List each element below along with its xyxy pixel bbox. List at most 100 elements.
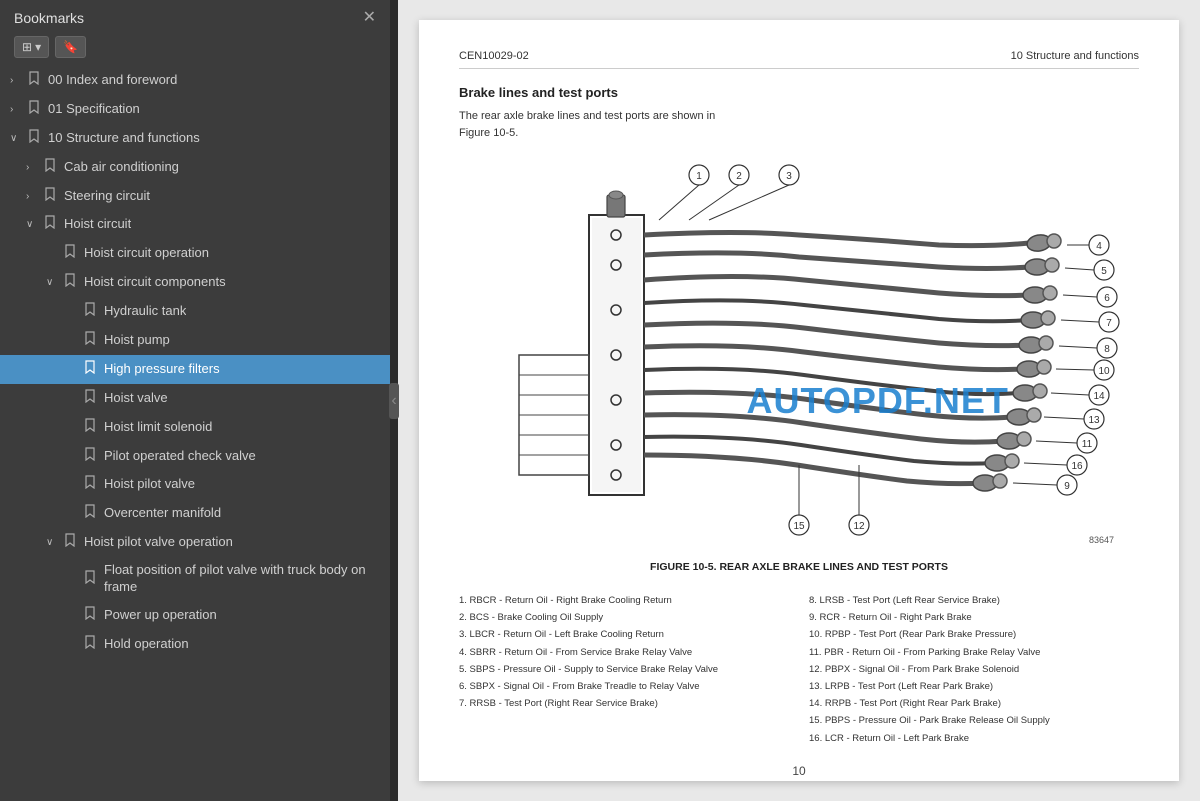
bookmark-view-button[interactable]: 🔖 — [55, 36, 86, 58]
svg-text:1: 1 — [696, 171, 702, 182]
svg-text:2: 2 — [736, 171, 742, 182]
arrow-icon: ∨ — [26, 218, 40, 231]
bookmark-icon — [64, 273, 78, 292]
svg-text:14: 14 — [1093, 391, 1105, 402]
svg-text:11: 11 — [1082, 439, 1093, 450]
tree-item-hoist-pump[interactable]: Hoist pump — [0, 326, 390, 355]
bookmark-icon — [84, 447, 98, 466]
legend-item: 6. SBPX - Signal Oil - From Brake Treadl… — [459, 679, 789, 694]
expand-all-button[interactable]: ⊞ ▾ — [14, 36, 49, 58]
tree-item-label: Overcenter manifold — [104, 505, 221, 522]
tree-item-label: Hoist pump — [104, 332, 170, 349]
tree-item-hold-op[interactable]: Hold operation — [0, 630, 390, 659]
tree-item-label: 10 Structure and functions — [48, 130, 200, 147]
tree-item-hoist-valve[interactable]: Hoist valve — [0, 384, 390, 413]
bookmark-icon — [84, 331, 98, 350]
svg-text:15: 15 — [793, 521, 805, 532]
arrow-icon: › — [26, 190, 40, 203]
bookmark-icon — [64, 533, 78, 552]
tree-item-hoist-comp[interactable]: ∨ Hoist circuit components — [0, 268, 390, 297]
tree-item-hoist-limit[interactable]: Hoist limit solenoid — [0, 413, 390, 442]
svg-text:8: 8 — [1104, 344, 1110, 355]
bookmark-icon — [84, 389, 98, 408]
figure-diagram: 1 2 3 — [459, 155, 1139, 555]
legend-item: 12. PBPX - Signal Oil - From Park Brake … — [809, 662, 1139, 677]
svg-text:13: 13 — [1088, 415, 1100, 426]
close-button[interactable]: ✕ — [363, 10, 376, 26]
tree-item-hoist-op[interactable]: Hoist circuit operation — [0, 239, 390, 268]
figure-caption: FIGURE 10-5. REAR AXLE BRAKE LINES AND T… — [650, 561, 948, 573]
bookmark-icon — [84, 418, 98, 437]
legend-item: 9. RCR - Return Oil - Right Park Brake — [809, 610, 1139, 625]
tree-item-label: Hoist limit solenoid — [104, 419, 212, 436]
page-number: 10 — [459, 764, 1139, 778]
tree-item-label: Cab air conditioning — [64, 159, 179, 176]
legend-item: 4. SBRR - Return Oil - From Service Brak… — [459, 645, 789, 660]
bookmark-icon — [84, 635, 98, 654]
svg-text:6: 6 — [1104, 293, 1110, 304]
tree-item-hoist-pilot[interactable]: Hoist pilot valve — [0, 470, 390, 499]
figure-container: 1 2 3 — [459, 155, 1139, 583]
tree-item-label: Float position of pilot valve with truck… — [104, 562, 382, 596]
tree-item-00-index[interactable]: › 00 Index and foreword — [0, 66, 390, 95]
arrow-icon: › — [10, 74, 24, 87]
section-header: 10 Structure and functions — [1011, 50, 1139, 62]
bookmark-icon — [64, 244, 78, 263]
legend-item: 15. PBPS - Pressure Oil - Park Brake Rel… — [809, 713, 1139, 728]
tree-item-label: Hoist circuit — [64, 216, 131, 233]
bookmark-icon — [84, 475, 98, 494]
page-header: CEN10029-02 10 Structure and functions — [459, 50, 1139, 69]
legend: 1. RBCR - Return Oil - Right Brake Cooli… — [459, 593, 1139, 748]
arrow-icon: › — [26, 161, 40, 174]
doc-id: CEN10029-02 — [459, 50, 529, 62]
bookmarks-tree: ›00 Index and foreword›01 Specification∨… — [0, 66, 390, 801]
tree-item-label: Hoist circuit components — [84, 274, 226, 291]
document-page: AUTOPDF.NET CEN10029-02 10 Structure and… — [419, 20, 1179, 781]
legend-item: 16. LCR - Return Oil - Left Park Brake — [809, 731, 1139, 746]
svg-text:16: 16 — [1071, 461, 1083, 472]
bookmark-icon — [44, 158, 58, 177]
tree-item-steering[interactable]: › Steering circuit — [0, 182, 390, 211]
tree-item-pilot-check[interactable]: Pilot operated check valve — [0, 442, 390, 471]
sidebar-title: Bookmarks — [14, 10, 84, 26]
svg-text:4: 4 — [1096, 241, 1102, 252]
bookmark-icon — [44, 215, 58, 234]
bookmark-icon — [84, 302, 98, 321]
tree-item-label: Steering circuit — [64, 188, 150, 205]
bookmark-icon — [84, 504, 98, 523]
tree-item-label: Power up operation — [104, 607, 217, 624]
tree-item-label: Hoist pilot valve — [104, 476, 195, 493]
arrow-icon: › — [10, 103, 24, 116]
tree-item-label: Pilot operated check valve — [104, 448, 256, 465]
tree-item-label: Hold operation — [104, 636, 189, 653]
bookmark-icon — [28, 100, 42, 119]
legend-item: 14. RRPB - Test Port (Right Rear Park Br… — [809, 696, 1139, 711]
tree-item-label: 00 Index and foreword — [48, 72, 177, 89]
legend-item: 10. RPBP - Test Port (Rear Park Brake Pr… — [809, 627, 1139, 642]
tree-item-label: Hydraulic tank — [104, 303, 186, 320]
bookmark-icon — [84, 606, 98, 625]
tree-item-power-up[interactable]: Power up operation — [0, 601, 390, 630]
tree-item-hoist-circuit[interactable]: ∨ Hoist circuit — [0, 210, 390, 239]
legend-item: 13. LRPB - Test Port (Left Rear Park Bra… — [809, 679, 1139, 694]
bookmark-icon — [84, 570, 98, 589]
arrow-icon: ∨ — [46, 536, 60, 549]
tree-item-high-pressure[interactable]: High pressure filters — [0, 355, 390, 384]
svg-text:12: 12 — [853, 521, 865, 532]
tree-item-01-spec[interactable]: ›01 Specification — [0, 95, 390, 124]
svg-text:83647: 83647 — [1089, 535, 1114, 545]
tree-item-label: High pressure filters — [104, 361, 220, 378]
tree-item-hydraulic-tank[interactable]: Hydraulic tank — [0, 297, 390, 326]
tree-item-float-pos[interactable]: Float position of pilot valve with truck… — [0, 557, 390, 601]
tree-item-hoist-pilot-op[interactable]: ∨ Hoist pilot valve operation — [0, 528, 390, 557]
svg-text:5: 5 — [1101, 266, 1107, 277]
resize-handle[interactable] — [390, 0, 398, 801]
tree-item-10-struct[interactable]: ∨10 Structure and functions — [0, 124, 390, 153]
tree-item-overcenter[interactable]: Overcenter manifold — [0, 499, 390, 528]
legend-item: 7. RRSB - Test Port (Right Rear Service … — [459, 696, 789, 711]
legend-item: 2. BCS - Brake Cooling Oil Supply — [459, 610, 789, 625]
tree-item-cab-ac[interactable]: › Cab air conditioning — [0, 153, 390, 182]
legend-right: 8. LRSB - Test Port (Left Rear Service B… — [809, 593, 1139, 748]
tree-item-label: Hoist pilot valve operation — [84, 534, 233, 551]
arrow-icon: ∨ — [46, 276, 60, 289]
